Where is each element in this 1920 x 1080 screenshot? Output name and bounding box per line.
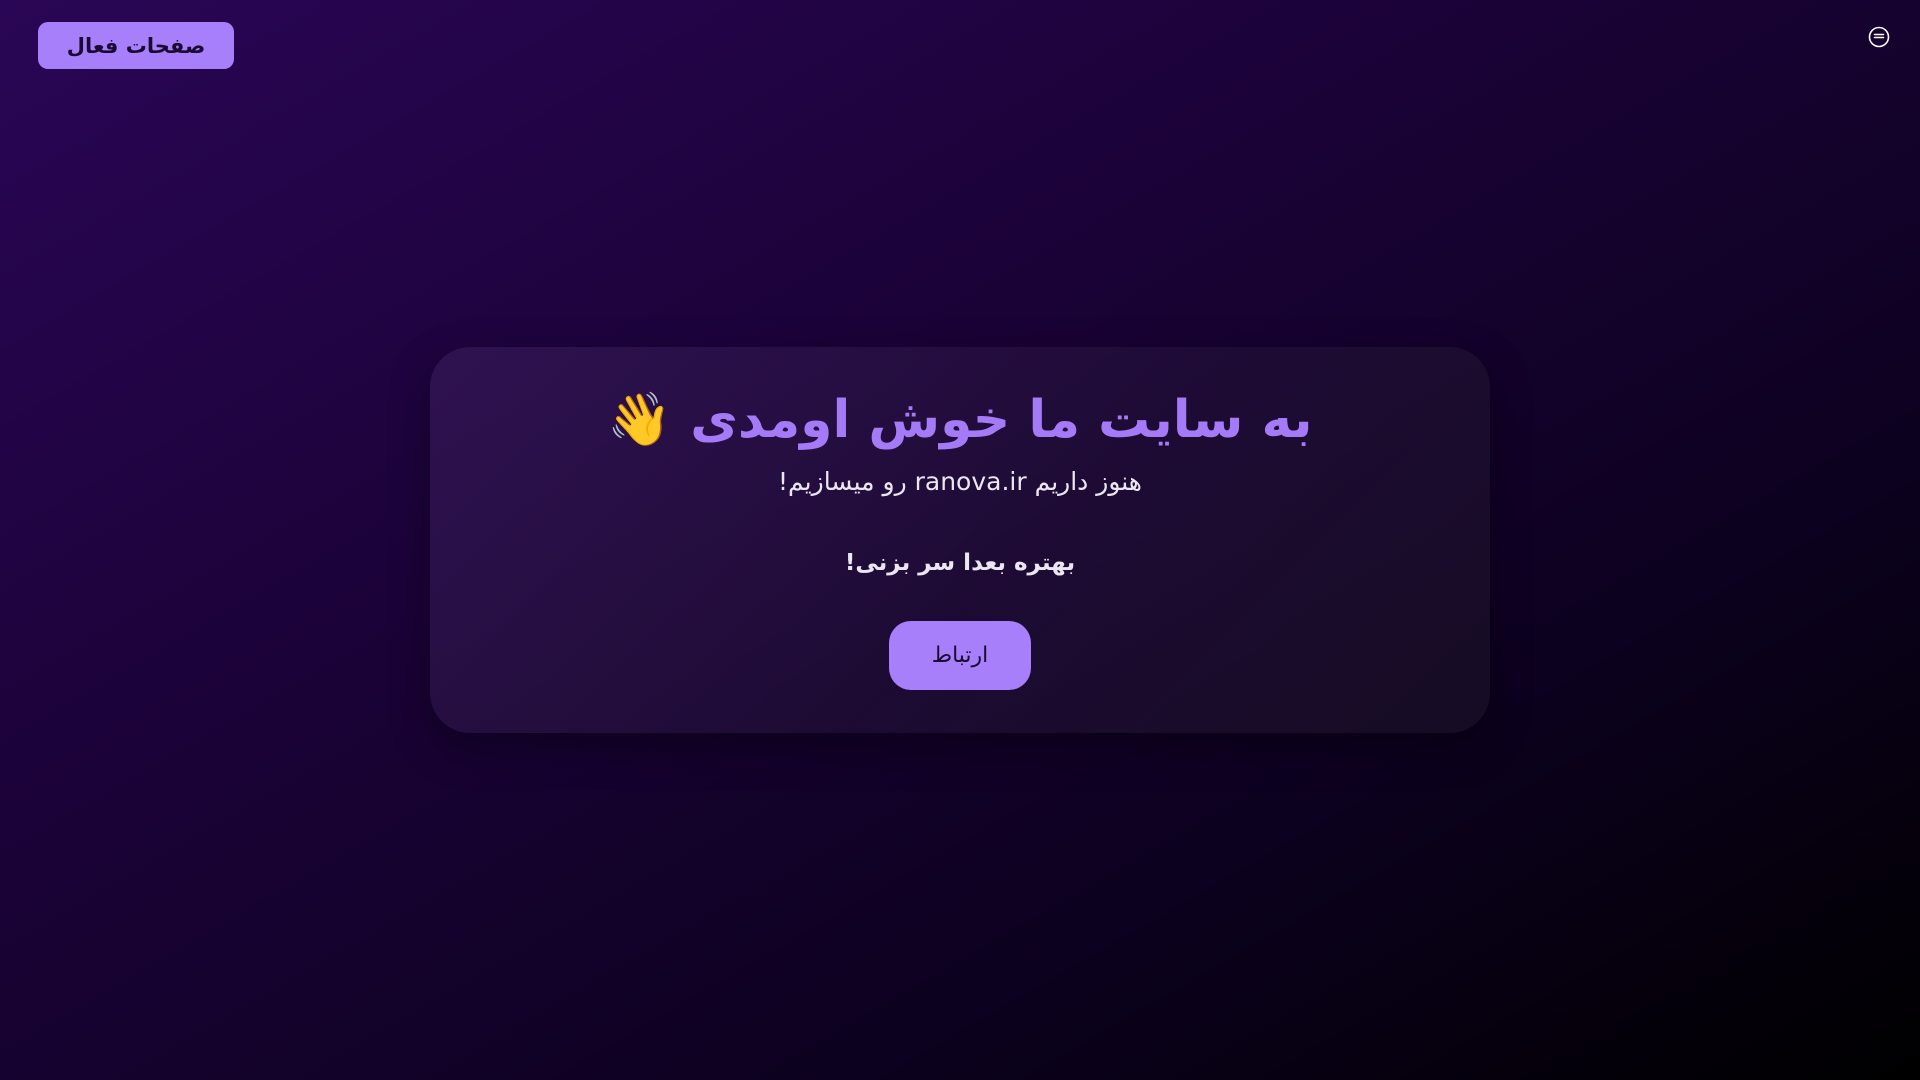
- welcome-card: به سایت ما خوش اومدی 👋 هنوز داریم ranova…: [430, 347, 1490, 733]
- active-pages-button[interactable]: صفحات فعال: [38, 22, 234, 69]
- menu-icon[interactable]: [1868, 26, 1890, 48]
- come-back-later-text: بهتره بعدا سر بزنی!: [844, 550, 1076, 576]
- subtitle: هنوز داریم ranova.ir رو میسازیم!: [778, 467, 1142, 496]
- contact-button[interactable]: ارتباط: [889, 621, 1031, 690]
- page-title: به سایت ما خوش اومدی 👋: [607, 390, 1313, 450]
